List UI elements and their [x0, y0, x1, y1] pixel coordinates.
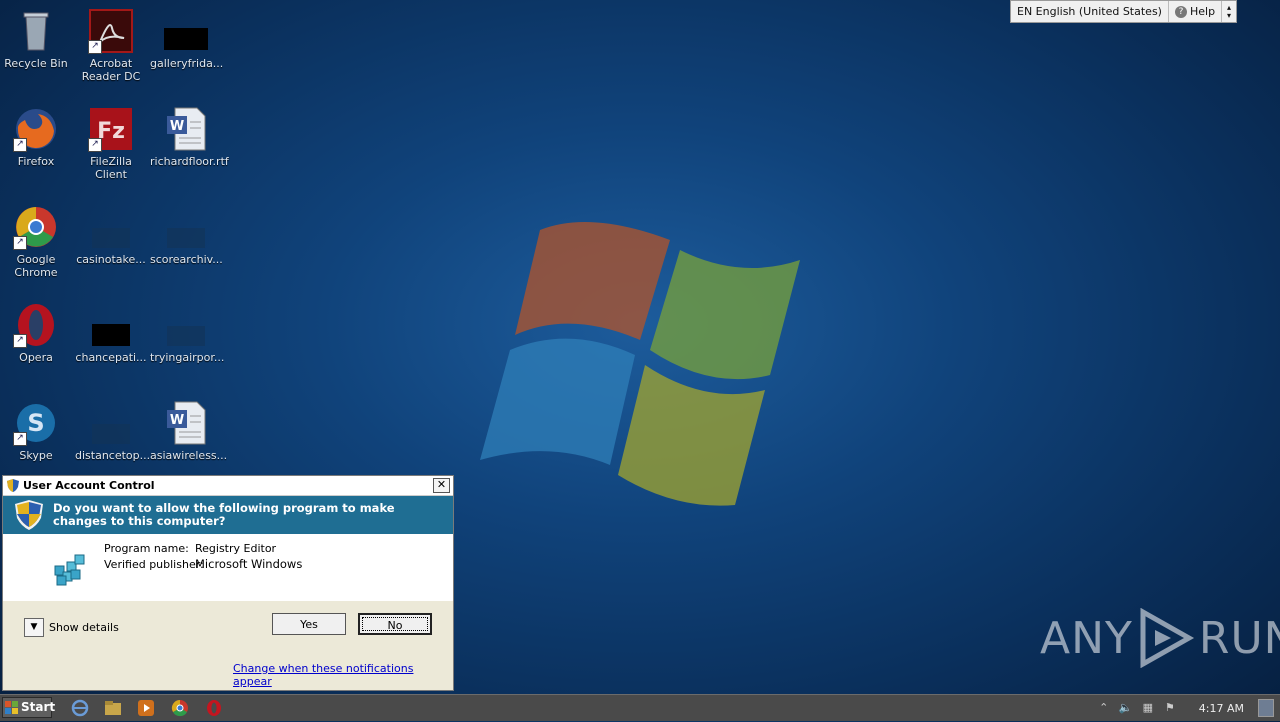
volume-icon[interactable]: 🔈 [1119, 701, 1133, 715]
windows-flag-icon [5, 700, 19, 715]
skype-icon: S ↗ [13, 400, 59, 446]
language-bar: EN English (United States) ? Help ▴ ▾ [1010, 0, 1238, 23]
word-doc-icon: W [163, 106, 209, 152]
shortcut-arrow-icon: ↗ [88, 138, 102, 152]
language-label: EN English (United States) [1017, 5, 1162, 18]
network-icon[interactable]: ▦ [1141, 701, 1155, 715]
close-icon: ✕ [436, 478, 447, 491]
desktop-icon-recycle-bin[interactable]: Recycle Bin [0, 8, 72, 70]
start-button[interactable]: Start [2, 697, 56, 718]
file-icon [163, 302, 209, 348]
watermark-text-left: ANY [1040, 612, 1133, 664]
media-player-taskbar-icon[interactable] [137, 699, 155, 717]
chevron-down-icon: ▾ [1227, 10, 1232, 20]
desktop-icon-tryingairpor[interactable]: tryingairpor... [150, 302, 224, 364]
program-name-label: Program name: [104, 542, 189, 555]
taskbar: Start ⌃ 🔈 ▦ ⚑ 4:17 AM [0, 694, 1280, 721]
anyrun-watermark: ANY RUN [1040, 608, 1280, 668]
action-center-flag-icon[interactable]: ⚑ [1163, 701, 1177, 715]
chevron-down-icon: ▼ [30, 622, 38, 632]
desktop-icon-firefox[interactable]: ↗ Firefox [0, 106, 72, 168]
no-label: No [387, 619, 403, 632]
uac-banner: Do you want to allow the following progr… [3, 496, 453, 534]
program-name-value: Registry Editor [195, 542, 277, 555]
play-logo-icon [1140, 608, 1194, 668]
change-notifications-link[interactable]: Change when these notifications appear [233, 662, 453, 688]
uac-program-info: Program name: Registry Editor Verified p… [3, 534, 453, 601]
start-label: Start [21, 700, 56, 714]
file-icon [163, 204, 209, 250]
firefox-icon: ↗ [13, 106, 59, 152]
svg-text:W: W [170, 119, 184, 134]
explorer-taskbar-icon[interactable] [104, 699, 122, 717]
publisher-label: Verified publisher: [104, 558, 204, 571]
help-button[interactable]: ? Help [1169, 1, 1223, 22]
uac-dialog: User Account Control ✕ Do you want to al… [2, 475, 454, 691]
file-icon [88, 302, 134, 348]
shortcut-arrow-icon: ↗ [13, 138, 27, 152]
windows-logo-wallpaper [480, 222, 800, 506]
desktop-icon-galleryfrida[interactable]: galleryfrida... [150, 8, 223, 70]
system-tray: ⌃ 🔈 ▦ ⚑ 4:17 AM [1097, 695, 1280, 721]
close-button[interactable]: ✕ [433, 478, 450, 493]
desktop-icon-asiawireless[interactable]: W asiawireless... [150, 400, 227, 462]
recycle-bin-icon [13, 8, 59, 54]
show-details-label[interactable]: Show details [49, 621, 119, 634]
help-icon: ? [1174, 5, 1187, 18]
svg-text:S: S [27, 409, 44, 437]
shortcut-arrow-icon: ↗ [13, 334, 27, 348]
show-desktop-button[interactable] [1258, 699, 1274, 717]
opera-icon: ↗ [13, 302, 59, 348]
show-hidden-icons-icon[interactable]: ⌃ [1097, 701, 1111, 715]
uac-title: User Account Control [23, 479, 155, 492]
registry-editor-icon [53, 552, 87, 586]
clock[interactable]: 4:17 AM [1199, 702, 1244, 715]
langbar-options-button[interactable]: ▴ ▾ [1222, 1, 1236, 22]
show-details-toggle[interactable]: ▼ [24, 618, 44, 637]
language-selector[interactable]: EN English (United States) [1011, 1, 1169, 22]
opera-taskbar-icon[interactable] [205, 699, 223, 717]
desktop-icon-google-chrome[interactable]: ↗ Google Chrome [0, 204, 72, 279]
yes-button[interactable]: Yes [272, 613, 346, 635]
file-icon [163, 8, 209, 54]
shield-icon [7, 479, 19, 492]
shortcut-arrow-icon: ↗ [13, 236, 27, 250]
help-label: Help [1189, 5, 1216, 18]
publisher-value: Microsoft Windows [195, 557, 303, 571]
desktop-icon-richardfloor[interactable]: W richardfloor.rtf [150, 106, 229, 168]
shortcut-arrow-icon: ↗ [13, 432, 27, 446]
uac-titlebar: User Account Control [3, 476, 453, 496]
file-icon [88, 204, 134, 250]
desktop-icon-acrobat[interactable]: ↗ Acrobat Reader DC [75, 8, 147, 83]
word-doc-icon: W [163, 400, 209, 446]
desktop-icon-distancetop[interactable]: distancetop... [75, 400, 150, 462]
shortcut-arrow-icon: ↗ [88, 40, 102, 54]
uac-shield-icon [15, 500, 43, 530]
uac-question: Do you want to allow the following progr… [53, 501, 395, 528]
chrome-taskbar-icon[interactable] [171, 699, 189, 717]
yes-label: Yes [300, 618, 318, 631]
acrobat-icon: ↗ [88, 8, 134, 54]
internet-explorer-taskbar-icon[interactable] [71, 699, 89, 717]
file-icon [88, 400, 134, 446]
desktop-icon-casinotake[interactable]: casinotake... [75, 204, 147, 266]
no-button[interactable]: No [358, 613, 432, 635]
chrome-icon: ↗ [13, 204, 59, 250]
desktop-icon-filezilla[interactable]: Fz ↗ FileZilla Client [75, 106, 147, 181]
desktop-icon-chancepati[interactable]: chancepati... [75, 302, 147, 364]
desktop-icon-skype[interactable]: S ↗ Skype [0, 400, 72, 462]
filezilla-icon: Fz ↗ [88, 106, 134, 152]
watermark-text-right: RUN [1198, 612, 1280, 664]
desktop-icon-opera[interactable]: ↗ Opera [0, 302, 72, 364]
svg-text:W: W [170, 413, 184, 428]
desktop-icon-scorearchiv[interactable]: scorearchiv... [150, 204, 223, 266]
